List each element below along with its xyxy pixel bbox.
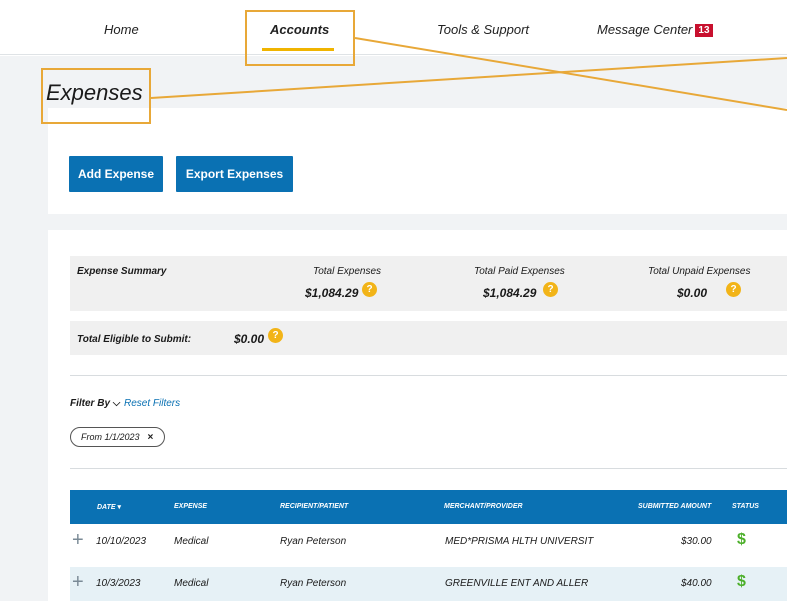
eligible-value: $0.00 (234, 332, 265, 346)
help-circle-icon[interactable]: ? (726, 282, 741, 297)
table-row[interactable]: + 10/3/2023 Medical Ryan Peterson GREENV… (70, 567, 787, 601)
cell-merchant: GREENVILLE ENT AND ALLER (445, 578, 589, 589)
cell-merchant: MED*PRISMA HLTH UNIVERSIT (445, 536, 594, 547)
expense-summary (70, 256, 787, 311)
caret-down-icon: ▾ (117, 504, 122, 511)
chevron-down-icon: ⌵ (112, 398, 121, 409)
help-circle-icon[interactable]: ? (362, 282, 377, 297)
close-icon[interactable]: × (148, 432, 154, 443)
dollar-icon: $ (737, 531, 746, 548)
highlight-title (41, 68, 151, 124)
filter-by-label: Filter By (70, 398, 111, 409)
total-unpaid-label: Total Unpaid Expenses (648, 266, 751, 277)
total-expenses-label: Total Expenses (313, 266, 382, 277)
cell-recipient: Ryan Peterson (280, 578, 347, 589)
plus-icon[interactable]: + (72, 530, 84, 550)
nav-home[interactable]: Home (104, 22, 139, 37)
cell-date: 10/10/2023 (96, 536, 147, 547)
column-header-label: DATE (97, 504, 116, 511)
date-filter-chip: From 1/1/2023 × (70, 427, 165, 447)
divider (70, 468, 787, 469)
highlight-accounts (245, 10, 355, 66)
chip-label: From 1/1/2023 (81, 432, 140, 442)
column-header-recipient: RECIPIENT/PATIENT (280, 503, 349, 510)
total-paid-label: Total Paid Expenses (474, 266, 565, 277)
nav-message-center[interactable]: Message Center 13 (597, 22, 713, 37)
plus-icon[interactable]: + (72, 572, 84, 592)
reset-filters-link[interactable]: Reset Filters (124, 398, 180, 409)
message-count-badge: 13 (695, 24, 713, 37)
divider (70, 375, 787, 376)
column-header-amount: SUBMITTED AMOUNT (638, 503, 712, 510)
column-header-merchant: MERCHANT/PROVIDER (444, 503, 523, 510)
export-expenses-button[interactable]: Export Expenses (176, 156, 293, 192)
total-paid-value: $1,084.29 (483, 286, 537, 300)
cell-amount: $30.00 (681, 536, 712, 547)
cell-expense: Medical (174, 536, 209, 547)
top-nav: Home Accounts Tools & Support Message Ce… (0, 0, 787, 55)
total-unpaid-value: $0.00 (677, 286, 708, 300)
cell-expense: Medical (174, 578, 209, 589)
add-expense-button[interactable]: Add Expense (69, 156, 163, 192)
cell-amount: $40.00 (681, 578, 712, 589)
help-circle-icon[interactable]: ? (268, 328, 283, 343)
cell-recipient: Ryan Peterson (280, 536, 347, 547)
help-circle-icon[interactable]: ? (543, 282, 558, 297)
table-header: DATE ▾ EXPENSE RECIPIENT/PATIENT MERCHAN… (70, 490, 787, 524)
table-row[interactable]: + 10/10/2023 Medical Ryan Peterson MED*P… (70, 525, 787, 559)
column-header-date[interactable]: DATE ▾ (97, 503, 121, 511)
eligible-label: Total Eligible to Submit: (77, 334, 192, 345)
filter-by-toggle[interactable]: Filter By ⌵ (70, 398, 120, 409)
nav-message-center-label: Message Center (597, 22, 693, 37)
column-header-status: STATUS (732, 503, 759, 510)
summary-label: Expense Summary (77, 266, 167, 277)
total-expenses-value: $1,084.29 (305, 286, 359, 300)
cell-date: 10/3/2023 (96, 578, 141, 589)
column-header-expense: EXPENSE (174, 503, 208, 510)
nav-tools-support[interactable]: Tools & Support (437, 22, 529, 37)
dollar-icon: $ (737, 573, 746, 590)
